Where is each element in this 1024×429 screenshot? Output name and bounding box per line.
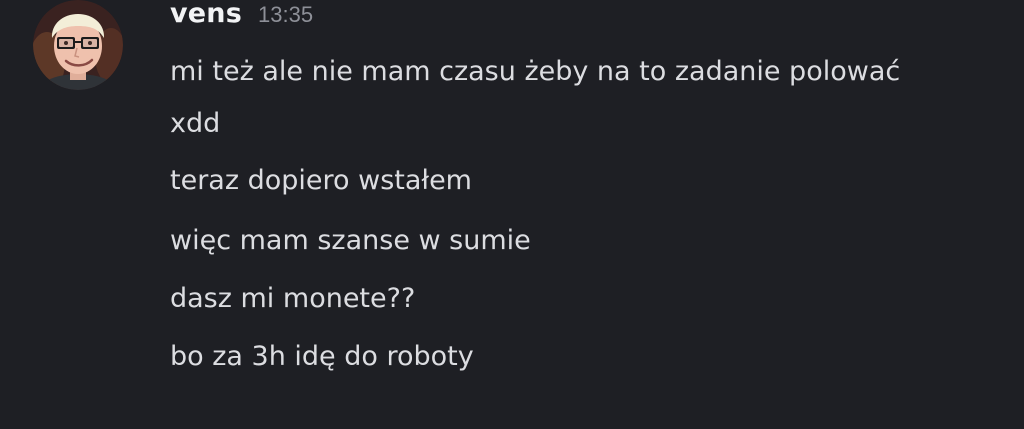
message-line: bo za 3h idę do roboty — [170, 341, 474, 372]
message-header: vens 13:35 — [170, 0, 313, 38]
username[interactable]: vens — [170, 0, 242, 29]
timestamp[interactable]: 13:35 — [258, 2, 313, 28]
message-line: więc mam szanse w sumie — [170, 225, 531, 256]
user-avatar-icon[interactable] — [33, 0, 123, 90]
message-line: xdd — [170, 108, 221, 139]
message-group: vens 13:35 mi też ale nie mam czasu żeby… — [0, 0, 1024, 429]
message-line: dasz mi monete?? — [170, 283, 416, 314]
message-line: mi też ale nie mam czasu żeby na to zada… — [170, 56, 901, 87]
avatar-image — [33, 0, 123, 90]
message-line: teraz dopiero wstałem — [170, 165, 472, 196]
